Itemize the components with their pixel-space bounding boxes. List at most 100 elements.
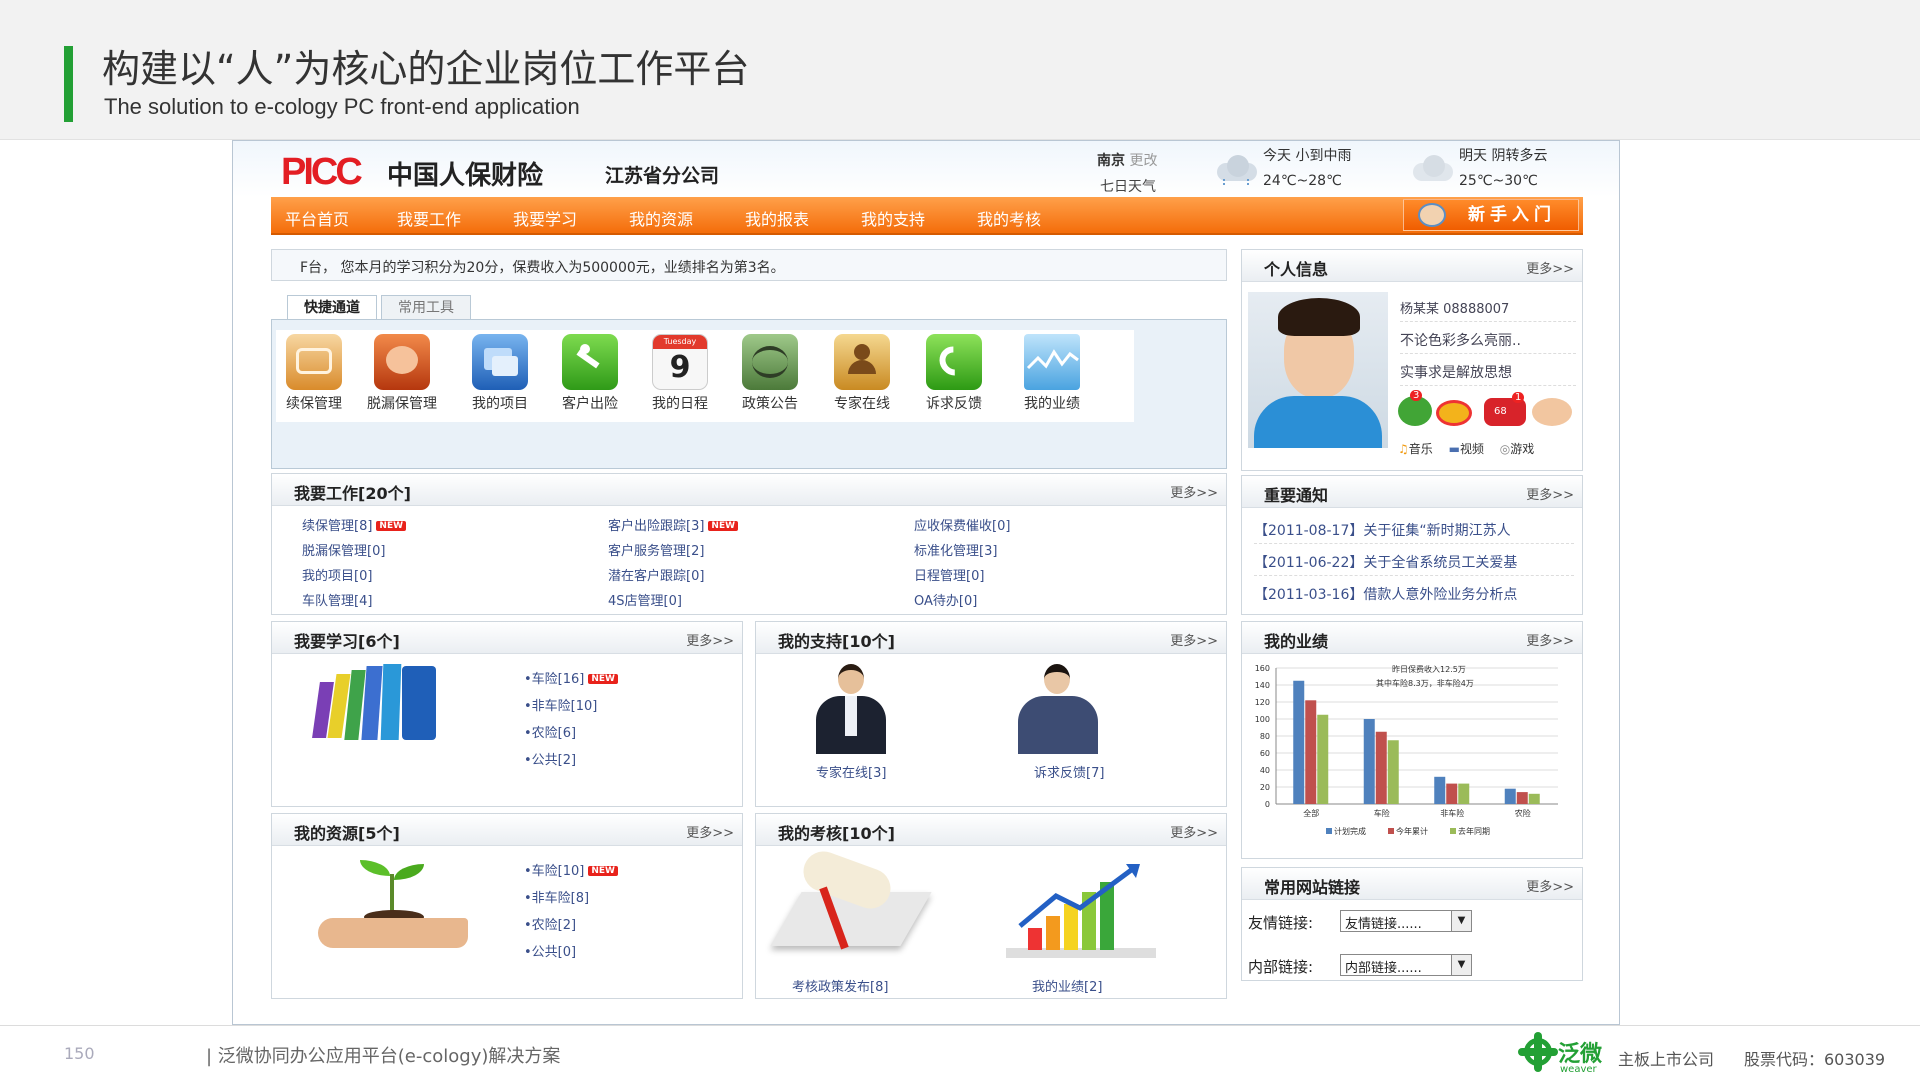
links-more-link[interactable]: 更多>> bbox=[1526, 876, 1574, 895]
chevron-down-icon: ▼ bbox=[1451, 911, 1471, 931]
quick-access-panel: 续保管理 脱漏保管理 我的项目 客户出险 Tuesday 9 我的日程 政策公告 … bbox=[271, 319, 1227, 469]
nav-learn[interactable]: 我要学习 bbox=[513, 206, 577, 230]
appeal-link[interactable]: 诉求反馈[7] bbox=[1034, 762, 1104, 781]
links-panel: 常用网站链接 更多>> 友情链接: 友情链接...... ▼ 内部链接: 内部链接.… bbox=[1241, 867, 1583, 981]
work-item[interactable]: 我的项目[0] bbox=[302, 564, 406, 589]
slide-title: 构建以“人”为核心的企业岗位工作平台 bbox=[102, 47, 750, 91]
portal-frame: PICC 中国人保财险 江苏省分公司 南京 更改 七日天气 今天 小到中雨 24℃… bbox=[232, 140, 1620, 1025]
quick-performance[interactable]: 我的业绩 bbox=[1014, 334, 1090, 413]
bar bbox=[1528, 793, 1540, 804]
nav-report[interactable]: 我的报表 bbox=[745, 206, 809, 230]
perf-more-link[interactable]: 更多>> bbox=[1526, 630, 1574, 649]
picc-logo: PICC bbox=[281, 151, 363, 193]
work-item[interactable]: OA待办[0] bbox=[914, 589, 1010, 614]
support-more-link[interactable]: 更多>> bbox=[1170, 630, 1218, 649]
calendar-icon: Tuesday 9 bbox=[652, 334, 708, 390]
work-item[interactable]: 潜在客户跟踪[0] bbox=[608, 564, 738, 589]
tab-tools[interactable]: 常用工具 bbox=[381, 295, 471, 321]
resource-item[interactable]: •公共[0] bbox=[524, 939, 618, 966]
learn-item[interactable]: •非车险[10] bbox=[524, 693, 618, 720]
qq-icon[interactable]: 3 bbox=[1398, 390, 1432, 426]
resource-item[interactable]: •农险[2] bbox=[524, 912, 618, 939]
listing-text: 主板上市公司 bbox=[1618, 1050, 1715, 1069]
work-item[interactable]: 4S店管理[0] bbox=[608, 589, 738, 614]
newbie-button[interactable]: 新手入门 bbox=[1403, 199, 1579, 231]
footer-text: | 泛微协同办公应用平台(e-cology)解决方案 bbox=[206, 1046, 561, 1067]
resource-more-link[interactable]: 更多>> bbox=[686, 822, 734, 841]
nav-home[interactable]: 平台首页 bbox=[285, 206, 349, 230]
exam-more-link[interactable]: 更多>> bbox=[1170, 822, 1218, 841]
nav-work[interactable]: 我要工作 bbox=[397, 206, 461, 230]
quick-expert[interactable]: 专家在线 bbox=[824, 334, 900, 413]
learn-item[interactable]: •公共[2] bbox=[524, 747, 618, 774]
bar bbox=[1458, 783, 1470, 804]
work-item[interactable]: 客户服务管理[2] bbox=[608, 539, 738, 564]
work-more-link[interactable]: 更多>> bbox=[1170, 482, 1218, 501]
legend-entry: 去年同期 bbox=[1458, 826, 1490, 836]
page-number: 150 bbox=[64, 1044, 95, 1063]
nav-resource[interactable]: 我的资源 bbox=[629, 206, 693, 230]
friends-icon[interactable] bbox=[1532, 398, 1572, 426]
friend-link-select[interactable]: 友情链接...... ▼ bbox=[1340, 910, 1472, 932]
quick-claims[interactable]: 客户出险 bbox=[552, 334, 628, 413]
accent-bar bbox=[64, 46, 73, 122]
work-item[interactable]: 车队管理[4] bbox=[302, 589, 406, 614]
work-item[interactable]: 应收保费催收[0] bbox=[914, 514, 1010, 539]
game-link[interactable]: 游戏 bbox=[1510, 442, 1534, 456]
video-link[interactable]: 视频 bbox=[1460, 442, 1484, 456]
resource-item[interactable]: •车险[10] bbox=[524, 864, 584, 879]
news-more-link[interactable]: 更多>> bbox=[1526, 484, 1574, 503]
inner-link-select[interactable]: 内部链接...... ▼ bbox=[1340, 954, 1472, 976]
quick-project[interactable]: 我的项目 bbox=[462, 334, 538, 413]
alert-icon bbox=[374, 334, 430, 390]
news-item[interactable]: 【2011-06-22】关于全省系统员工关爱基 bbox=[1254, 546, 1574, 576]
notice-text: F台， 您本月的学习积分为20分，保费收入为500000元，业绩排名为第3名。 bbox=[300, 260, 785, 276]
legend-swatch bbox=[1326, 828, 1332, 834]
expert-online-link[interactable]: 专家在线[3] bbox=[816, 762, 886, 781]
new-badge: NEW bbox=[588, 866, 618, 876]
learn-item[interactable]: •农险[6] bbox=[524, 720, 618, 747]
bar bbox=[1305, 700, 1317, 804]
quick-renewal[interactable]: 续保管理 bbox=[276, 334, 352, 413]
work-item[interactable]: 标准化管理[3] bbox=[914, 539, 1010, 564]
news-item[interactable]: 【2011-08-17】关于征集“新时期江苏人 bbox=[1254, 514, 1574, 544]
weibo-icon[interactable] bbox=[1436, 400, 1472, 426]
mail-icon[interactable]: 68 1 bbox=[1484, 392, 1526, 426]
news-item[interactable]: 【2011-03-16】借款人意外险业务分析点 bbox=[1254, 578, 1574, 608]
exam-perf-link[interactable]: 我的业绩[2] bbox=[1032, 976, 1102, 995]
quick-missing[interactable]: 脱漏保管理 bbox=[364, 334, 440, 413]
work-item[interactable]: 客户出险跟踪[3] bbox=[608, 519, 704, 534]
profile-more-link[interactable]: 更多>> bbox=[1526, 258, 1574, 277]
learn-item[interactable]: •车险[16] bbox=[524, 672, 584, 687]
seven-day-weather-link[interactable]: 七日天气 bbox=[1100, 176, 1156, 196]
y-tick-label: 160 bbox=[1255, 664, 1270, 673]
tab-quick[interactable]: 快捷通道 bbox=[287, 295, 377, 321]
portal-header: PICC 中国人保财险 江苏省分公司 南京 更改 七日天气 今天 小到中雨 24℃… bbox=[233, 141, 1619, 197]
quick-policy[interactable]: 政策公告 bbox=[732, 334, 808, 413]
resource-item[interactable]: •非车险[8] bbox=[524, 885, 618, 912]
y-tick-label: 140 bbox=[1255, 681, 1270, 690]
contact-card-icon bbox=[834, 334, 890, 390]
work-item[interactable]: 脱漏保管理[0] bbox=[302, 539, 406, 564]
quick-appeal[interactable]: 诉求反馈 bbox=[916, 334, 992, 413]
slide-header: 构建以“人”为核心的企业岗位工作平台 The solution to e-col… bbox=[0, 0, 1920, 140]
work-item[interactable]: 续保管理[8] bbox=[302, 519, 372, 534]
legend-entry: 计划完成 bbox=[1334, 826, 1366, 836]
new-badge: NEW bbox=[708, 521, 739, 531]
performance-panel: 我的业绩 更多>> 0 20 40 60 80 100 120 140 160 全部 车险 非车险 农险昨… bbox=[1241, 621, 1583, 859]
x-tick-label: 非车险 bbox=[1440, 808, 1464, 818]
music-link[interactable]: 音乐 bbox=[1409, 442, 1433, 456]
exam-policy-link[interactable]: 考核政策发布[8] bbox=[792, 976, 888, 995]
service-photo bbox=[1018, 664, 1098, 754]
learn-more-link[interactable]: 更多>> bbox=[686, 630, 734, 649]
quick-schedule[interactable]: Tuesday 9 我的日程 bbox=[642, 334, 718, 413]
y-tick-label: 60 bbox=[1260, 749, 1270, 758]
nav-support[interactable]: 我的支持 bbox=[861, 206, 925, 230]
chart-annotation: 昨日保费收入12.5万 bbox=[1392, 664, 1466, 674]
change-city-link[interactable]: 更改 bbox=[1129, 153, 1157, 169]
nav-exam[interactable]: 我的考核 bbox=[977, 206, 1041, 230]
weather-city: 南京 更改 bbox=[1097, 153, 1158, 169]
legend-swatch bbox=[1450, 828, 1456, 834]
y-tick-label: 40 bbox=[1260, 766, 1270, 775]
work-item[interactable]: 日程管理[0] bbox=[914, 564, 1010, 589]
